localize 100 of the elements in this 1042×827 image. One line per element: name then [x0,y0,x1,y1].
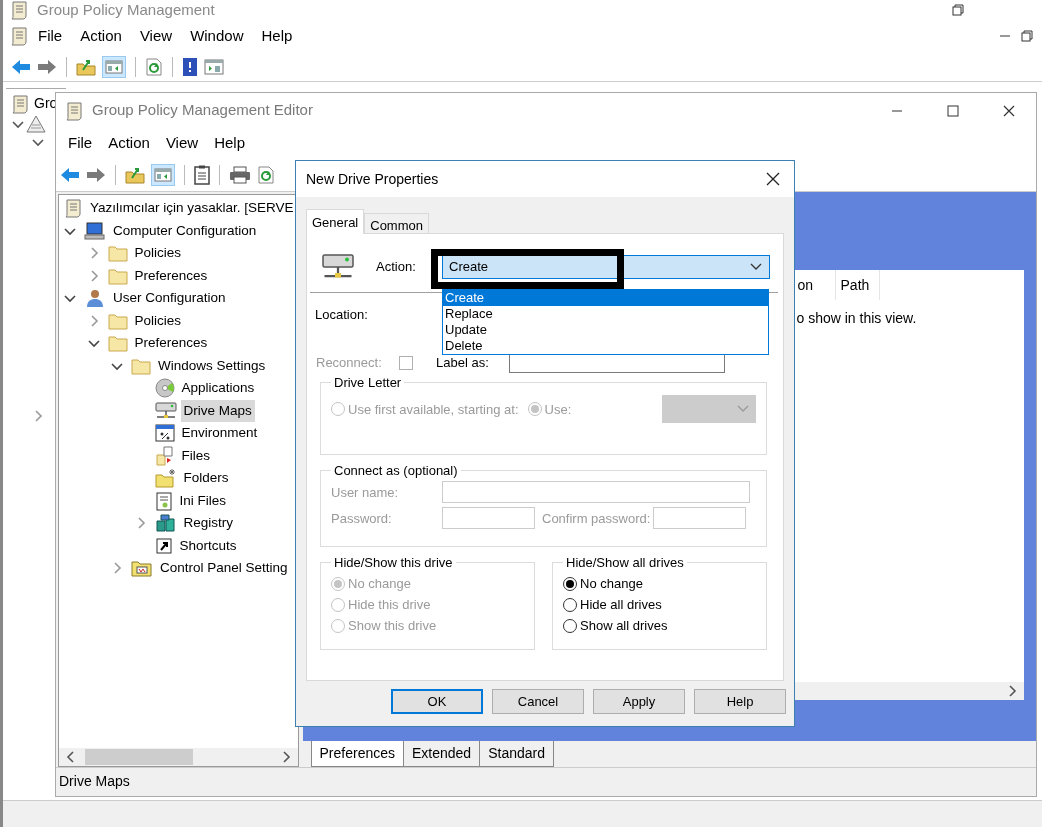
option-label: Use: [544,400,572,419]
status-text: Drive Maps [59,772,130,791]
tree-item[interactable]: Policies [131,242,185,265]
close-icon[interactable] [766,172,780,186]
input-field[interactable] [442,481,750,504]
folder-icon [107,334,128,353]
dialog-button[interactable]: Help [694,689,786,714]
refresh-icon[interactable] [257,165,275,184]
dialog-button[interactable]: Apply [593,689,685,714]
group-title: Drive Letter [333,374,403,392]
tab[interactable]: Standard [479,741,554,767]
tree-item[interactable]: Registry [180,512,236,535]
monitor-icon [84,220,106,241]
scroll-icon [9,26,29,46]
menu-item[interactable]: Help [206,131,253,155]
folder-icon [107,266,128,285]
dialog-button[interactable]: OK [391,689,483,714]
menu-item[interactable]: File [60,131,101,155]
window-title: Group Policy Management Editor [92,100,313,121]
window-title: Group Policy Management [37,0,215,20]
tab[interactable]: General [306,209,365,234]
tree-item[interactable]: Ini Files [176,489,229,512]
pane-toggle-icon[interactable] [151,163,175,186]
tree-item[interactable]: Shortcuts [176,534,240,557]
shortcut-icon [154,536,173,555]
refresh-icon[interactable] [145,57,163,76]
action-dropdown[interactable]: Create [442,254,770,279]
group-title: Hide/Show this drive [333,554,454,572]
tree-item[interactable]: Preferences [131,264,211,287]
menu-item[interactable]: View [130,24,182,48]
tree-item[interactable]: User Configuration [110,287,229,310]
triangle-icon [26,114,46,134]
tree-item[interactable]: Yazılımcılar için yasaklar. [SERVE [87,197,297,220]
option-label: Show this drive [348,617,437,636]
menu-item[interactable]: View [157,131,207,155]
notepad-icon [154,490,173,511]
menu-item[interactable]: Action [100,131,158,155]
folder-up-icon[interactable] [125,165,145,184]
new-folder-icon [154,468,177,489]
input-field[interactable] [653,507,747,530]
option-label: Show all drives [580,617,668,636]
dropdown-option[interactable]: Create [443,290,768,306]
radio-button[interactable] [563,576,577,591]
tree-item[interactable]: Files [178,444,213,467]
field-label: Reconnect: [316,353,383,372]
folder-up-icon[interactable] [76,57,96,76]
maximize-icon[interactable] [946,103,960,118]
tab[interactable]: Common [364,213,429,233]
option-label: Use first available, starting at: [348,400,519,419]
field-label: User name: [331,483,400,502]
column-header[interactable]: Path [835,270,881,300]
option-label: No change [348,575,411,594]
dropdown-option[interactable]: Replace [443,306,768,322]
folder-icon [107,311,128,330]
tree-item[interactable]: Windows Settings [155,354,269,377]
scroll-icon [63,198,83,219]
tree-item[interactable]: Policies [131,309,185,332]
disc-icon [154,378,175,399]
files-icon [154,445,175,466]
cubes-icon [154,513,177,534]
menu-item[interactable]: Help [252,24,302,48]
option-label: Hide all drives [580,596,662,615]
group-title: Hide/Show all drives [565,554,685,572]
pane-icon[interactable] [204,58,224,75]
tree-item[interactable]: Folders [180,467,232,490]
field-label: Action: [376,257,417,276]
restore-icon[interactable] [951,3,965,17]
pane-toggle-icon[interactable] [102,55,126,78]
folder-icon [131,356,151,375]
back-arrow-icon[interactable] [11,58,31,75]
menu-item[interactable]: File [29,24,72,48]
forward-arrow-icon[interactable] [86,166,106,183]
dialog-button[interactable]: Cancel [492,689,584,714]
tree-item[interactable]: Preferences [131,332,211,355]
radio-button[interactable] [563,618,577,633]
radio-button[interactable] [563,597,577,612]
empty-message: o show in this view. [796,310,917,326]
tree-item[interactable]: Environment [178,422,261,445]
printer-icon[interactable] [229,165,251,184]
scroll-icon [9,0,29,20]
help-icon[interactable] [182,56,198,77]
menu-item[interactable]: Action [71,24,131,48]
back-arrow-icon[interactable] [60,166,80,183]
option-label: Hide this drive [348,596,431,615]
tree-item[interactable]: Computer Configuration [110,219,260,242]
menu-item[interactable]: Window [181,24,253,48]
tree-item[interactable]: Control Panel Setting [157,557,291,580]
input-field[interactable] [442,507,535,530]
dropdown-option[interactable]: Delete [443,338,768,354]
close-icon[interactable] [1002,103,1016,118]
restore-icon[interactable] [1020,29,1034,43]
clipboard-icon[interactable] [194,164,210,185]
dropdown-option[interactable]: Update [443,322,768,338]
tree-item[interactable]: Drive Maps [180,399,255,422]
dialog-title: New Drive Properties [306,169,439,189]
scrollbar-thumb[interactable] [85,749,193,765]
tab[interactable]: Preferences [310,741,404,767]
forward-arrow-icon[interactable] [37,58,57,75]
option-label: No change [580,575,643,594]
tree-item[interactable]: Applications [178,377,258,400]
